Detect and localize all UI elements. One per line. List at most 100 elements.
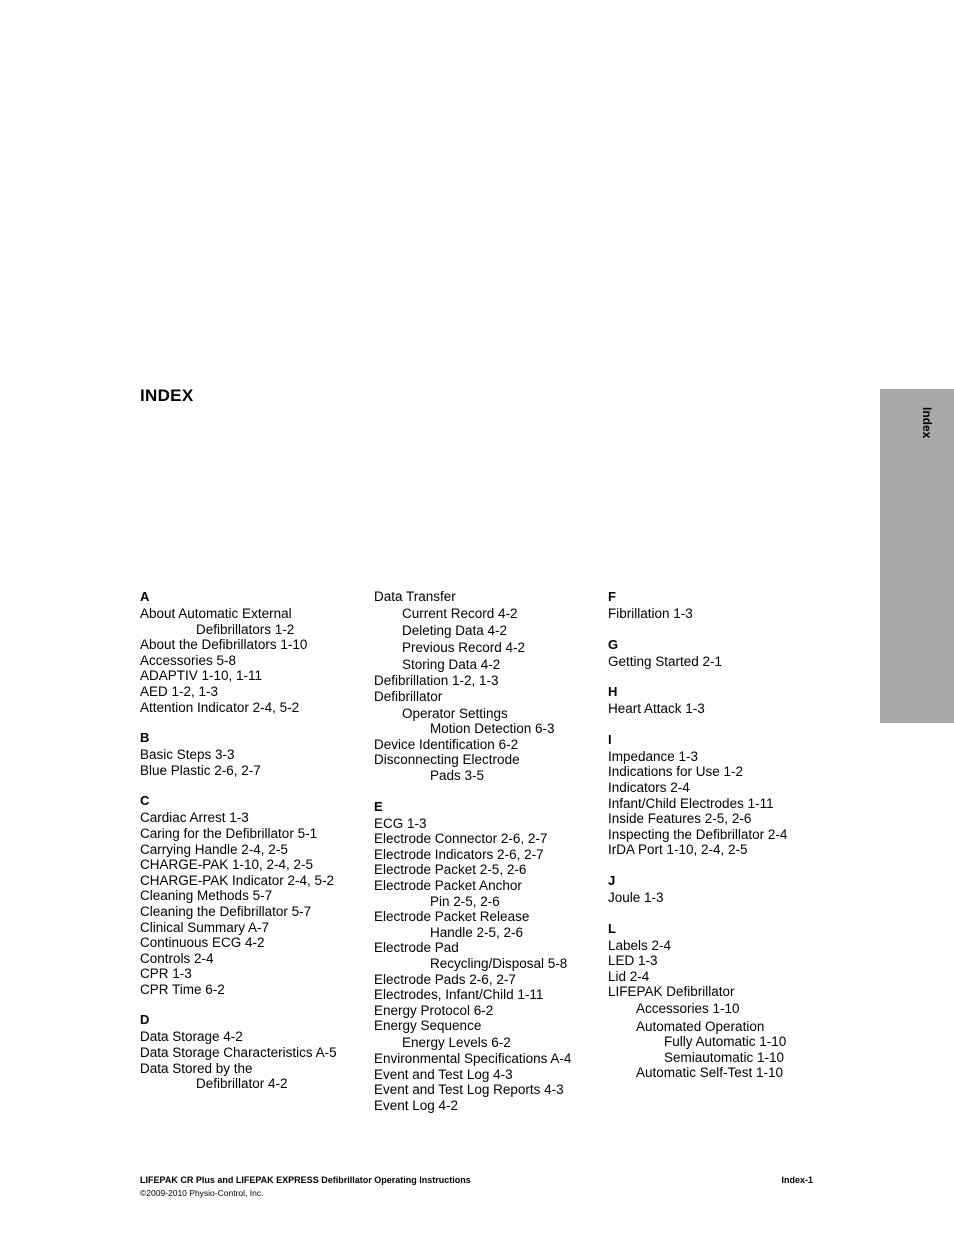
index-entry: Data Transfer	[374, 589, 456, 604]
index-entry: Carrying Handle 2-4, 2-5	[140, 841, 288, 857]
index-entry: Motion Detection 6-3	[430, 721, 555, 737]
index-entry: Controls 2-4	[140, 950, 214, 966]
index-entry: Defibrillators 1-2	[196, 621, 295, 637]
section-letter: I	[608, 731, 612, 747]
section-letter: H	[608, 684, 618, 700]
index-entry: Electrode Packet Anchor	[374, 878, 522, 893]
index-entry: CHARGE-PAK Indicator 2-4, 5-2	[140, 872, 335, 888]
index-entry: Recycling/Disposal 5-8	[430, 955, 568, 971]
index-entry: Electrode Packet 2-5, 2-6	[374, 862, 527, 878]
index-entry: Defibrillator	[374, 688, 443, 704]
index-entry: Automated Operation	[636, 1018, 765, 1034]
index-entry: Clinical Summary A-7	[140, 919, 270, 935]
index-entry: Infant/Child Electrodes 1-11	[608, 795, 774, 811]
index-entry: Basic Steps 3-3	[140, 747, 235, 763]
index-entry: Cleaning Methods 5-7	[140, 888, 273, 904]
index-entry: About the Defibrillators 1-10	[140, 637, 308, 653]
side-tab-label: Index	[920, 407, 934, 439]
index-entry: Accessories 1-10	[636, 1001, 740, 1017]
index-entry: Inside Features 2-5, 2-6	[608, 811, 752, 827]
index-entry: Electrode Packet Release	[374, 909, 530, 925]
index-entry: Storing Data 4-2	[402, 657, 501, 673]
section-letter: C	[140, 793, 150, 809]
index-entry: Blue Plastic 2-6, 2-7	[140, 762, 261, 778]
index-entry: Cardiac Arrest 1-3	[140, 810, 249, 826]
index-section: D Data Storage 4-2 Data Storage Characteri…	[140, 1012, 370, 1091]
index-entry: Attention Indicator 2-4, 5-2	[140, 699, 300, 715]
index-entry: Inspecting the Defibrillator 2-4	[608, 826, 788, 842]
index-entry: Fully Automatic 1-10	[664, 1034, 787, 1050]
index-entry: Deleting Data 4-2	[402, 623, 508, 639]
section-side-tab: Index	[880, 389, 954, 723]
index-column-1: A About Automatic External Defibrillators …	[140, 589, 370, 1107]
footer-copyright: ©2009-2010 Physio-Control, Inc.	[140, 1188, 264, 1198]
section-letter: E	[374, 798, 383, 814]
index-entry: Electrode Pads 2-6, 2-7	[374, 971, 516, 987]
footer-document-title: LIFEPAK CR Plus and LIFEPAK EXPRESS Defi…	[140, 1175, 471, 1185]
index-section: F Fibrillation 1-3	[608, 589, 838, 622]
index-entry: Energy Sequence	[374, 1018, 482, 1034]
index-column-2: Data Transfer Current Record 4-2 Deleting …	[374, 589, 604, 1128]
index-section: H Heart Attack 1-3	[608, 684, 838, 717]
index-entry: Semiautomatic 1-10	[664, 1049, 785, 1065]
index-entry: Device Identification 6-2	[374, 736, 519, 752]
index-entry: LIFEPAK Defibrillator	[608, 984, 735, 1000]
index-section: C Cardiac Arrest 1-3 Caring for the Defibr…	[140, 793, 370, 997]
index-entry: Energy Levels 6-2	[402, 1035, 511, 1051]
index-section: L Labels 2-4 LED 1-3 Lid 2-4 LIFEPAK Defibri…	[608, 921, 838, 1081]
index-entry: CPR 1-3	[140, 966, 192, 982]
index-entry: Data Stored by the	[140, 1060, 253, 1076]
index-entry: Indications for Use 1-2	[608, 764, 744, 780]
index-entry: Data Storage 4-2	[140, 1029, 243, 1045]
section-letter: L	[608, 920, 616, 936]
index-column-3: F Fibrillation 1-3 G Getting Started 2-1 H He…	[608, 589, 838, 1096]
index-entry: Pin 2-5, 2-6	[430, 893, 500, 909]
section-letter: F	[608, 589, 616, 604]
index-entry: Heart Attack 1-3	[608, 701, 705, 717]
index-entry: Defibrillation 1-2, 1-3	[374, 672, 499, 688]
index-entry: ECG 1-3	[374, 815, 427, 831]
index-entry: CPR Time 6-2	[140, 981, 225, 997]
index-entry: Event Log 4-2	[374, 1097, 459, 1113]
index-entry: Electrode Pad	[374, 940, 459, 956]
section-letter: A	[140, 589, 150, 604]
index-entry: Continuous ECG 4-2	[140, 935, 265, 951]
footer-page-number: Index-1	[781, 1175, 813, 1185]
index-entry: Handle 2-5, 2-6	[430, 924, 524, 940]
index-section: E ECG 1-3 Electrode Connector 2-6, 2-7 Elec…	[374, 799, 604, 1114]
index-entry: About Automatic External	[140, 606, 292, 621]
index-section: A About Automatic External Defibrillators …	[140, 589, 370, 715]
index-entry: Automatic Self-Test 1-10	[636, 1065, 784, 1081]
page-title: INDEX	[140, 386, 194, 405]
index-entry: Previous Record 4-2	[402, 640, 526, 656]
index-entry: Energy Protocol 6-2	[374, 1002, 494, 1018]
index-entry: Labels 2-4	[608, 937, 672, 953]
index-entry: AED 1-2, 1-3	[140, 683, 219, 699]
index-entry: Lid 2-4	[608, 968, 650, 984]
section-letter: B	[140, 730, 150, 746]
index-entry: LED 1-3	[608, 953, 658, 969]
section-letter: G	[608, 636, 619, 652]
index-entry: Getting Started 2-1	[608, 653, 723, 669]
index-entry: Event and Test Log 4-3	[374, 1066, 513, 1082]
index-entry: Joule 1-3	[608, 889, 664, 905]
index-entry: Disconnecting Electrode	[374, 752, 520, 768]
index-entry: Current Record 4-2	[402, 606, 518, 622]
index-section: Data Transfer Current Record 4-2 Deleting …	[374, 589, 604, 784]
index-entry: ADAPTIV 1-10, 1-11	[140, 668, 263, 684]
index-entry: Impedance 1-3	[608, 748, 699, 764]
index-section: I Impedance 1-3 Indications for Use 1-2 Ind…	[608, 732, 838, 858]
index-entry: Pads 3-5	[430, 768, 485, 784]
index-entry: CHARGE-PAK 1-10, 2-4, 2-5	[140, 857, 314, 873]
index-entry: Accessories 5-8	[140, 652, 237, 668]
index-entry: Caring for the Defibrillator 5-1	[140, 825, 318, 841]
index-entry: IrDA Port 1-10, 2-4, 2-5	[608, 842, 748, 858]
index-entry: Electrode Indicators 2-6, 2-7	[374, 846, 544, 862]
index-section: J Joule 1-3	[608, 873, 838, 906]
index-section: G Getting Started 2-1	[608, 637, 838, 670]
index-entry: Electrode Connector 2-6, 2-7	[374, 831, 548, 847]
index-entry: Environmental Specifications A-4	[374, 1051, 572, 1067]
index-entry: Fibrillation 1-3	[608, 606, 693, 621]
index-entry: Electrodes, Infant/Child 1-11	[374, 987, 544, 1003]
index-entry: Event and Test Log Reports 4-3	[374, 1082, 564, 1098]
